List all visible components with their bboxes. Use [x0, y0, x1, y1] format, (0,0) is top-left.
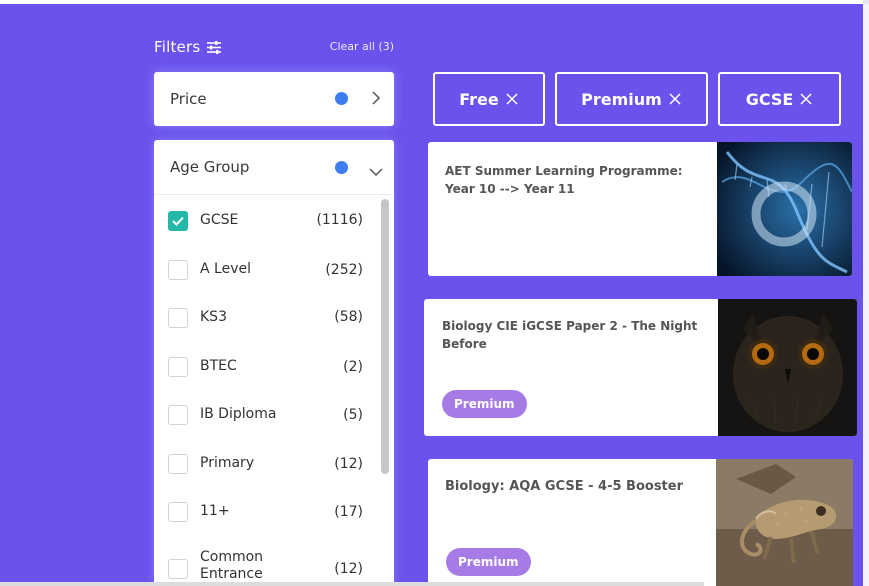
age-option-count: (58) [334, 309, 363, 325]
course-card[interactable]: Biology: AQA GCSE - 4-5 Booster Premium [428, 459, 853, 586]
course-card-title[interactable]: Biology CIE iGCSE Paper 2 - The Night Be… [442, 317, 707, 353]
page-scrollbar[interactable] [863, 4, 869, 586]
age-option-count: (12) [334, 561, 363, 577]
age-option-primary[interactable]: Primary (12) [154, 441, 376, 489]
age-option-gcse[interactable]: GCSE (1116) [154, 196, 376, 244]
clear-all-link[interactable]: Clear all (3) [330, 40, 394, 53]
age-option-ib-diploma[interactable]: IB Diploma (5) [154, 392, 376, 440]
age-group-label: Age Group [170, 158, 250, 176]
checkbox[interactable] [168, 405, 188, 425]
age-option-label: IB Diploma [200, 406, 277, 422]
active-filter-free[interactable]: Free [433, 72, 545, 126]
close-icon[interactable] [505, 92, 519, 106]
close-icon[interactable] [799, 92, 813, 106]
age-group-active-dot [335, 161, 348, 174]
active-filter-gcse[interactable]: GCSE [718, 72, 841, 126]
age-option-label: 11+ [200, 503, 230, 519]
course-card-title[interactable]: Biology: AQA GCSE - 4-5 Booster [445, 478, 715, 496]
age-option-a-level[interactable]: A Level (252) [154, 245, 376, 293]
age-option-label: A Level [200, 261, 251, 277]
price-filter-panel[interactable]: Price [154, 72, 394, 126]
age-group-divider [154, 194, 394, 195]
checkbox[interactable] [168, 357, 188, 377]
course-card[interactable]: Biology CIE iGCSE Paper 2 - The Night Be… [424, 299, 857, 436]
filters-title-text: Filters [154, 38, 201, 56]
age-option-count: (5) [343, 407, 363, 423]
footer-shadow [0, 582, 704, 586]
age-option-11-plus[interactable]: 11+ (17) [154, 490, 376, 538]
checkbox[interactable] [168, 454, 188, 474]
chevron-right-icon[interactable] [370, 90, 382, 110]
course-card[interactable]: AET Summer Learning Programme: Year 10 -… [428, 142, 852, 276]
age-list-scroll-thumb[interactable] [381, 199, 389, 474]
age-option-label: Primary [200, 455, 255, 471]
premium-badge: Premium [446, 548, 531, 576]
age-option-count: (2) [343, 359, 363, 375]
chip-label: Premium [581, 89, 662, 109]
age-option-label: KS3 [200, 309, 227, 325]
premium-badge: Premium [442, 390, 527, 418]
age-option-label: Common Entrance [200, 549, 264, 582]
age-option-count: (12) [334, 456, 363, 472]
checkbox-checked-icon[interactable] [168, 211, 188, 231]
price-active-dot [335, 92, 348, 105]
age-option-btec[interactable]: BTEC (2) [154, 343, 376, 391]
age-group-filter-panel: Age Group GCSE (1116) A Level (252) KS3 … [154, 140, 394, 586]
course-card-title[interactable]: AET Summer Learning Programme: Year 10 -… [445, 162, 695, 198]
chevron-down-icon[interactable] [368, 162, 384, 181]
top-bar [0, 0, 869, 4]
close-icon[interactable] [668, 92, 682, 106]
age-option-label: GCSE [200, 212, 239, 228]
age-option-count: (1116) [316, 212, 363, 228]
checkbox[interactable] [168, 308, 188, 328]
age-option-common-entrance[interactable]: Common Entrance (12) [154, 539, 376, 586]
checkbox[interactable] [168, 559, 188, 579]
age-option-label: BTEC [200, 358, 237, 374]
filters-title: Filters [154, 38, 222, 56]
age-option-ks3[interactable]: KS3 (58) [154, 294, 376, 342]
checkbox[interactable] [168, 260, 188, 280]
chameleon-icon [716, 459, 853, 586]
filters-header: Filters Clear all (3) [154, 36, 394, 58]
active-filter-premium[interactable]: Premium [555, 72, 708, 126]
price-label: Price [170, 90, 207, 108]
chip-label: Free [459, 89, 499, 109]
sliders-icon [206, 40, 222, 54]
dna-icon [717, 142, 852, 276]
age-option-count: (252) [325, 262, 363, 278]
owl-icon [718, 299, 857, 436]
age-option-count: (17) [334, 504, 363, 520]
chip-label: GCSE [745, 89, 794, 109]
checkbox[interactable] [168, 502, 188, 522]
